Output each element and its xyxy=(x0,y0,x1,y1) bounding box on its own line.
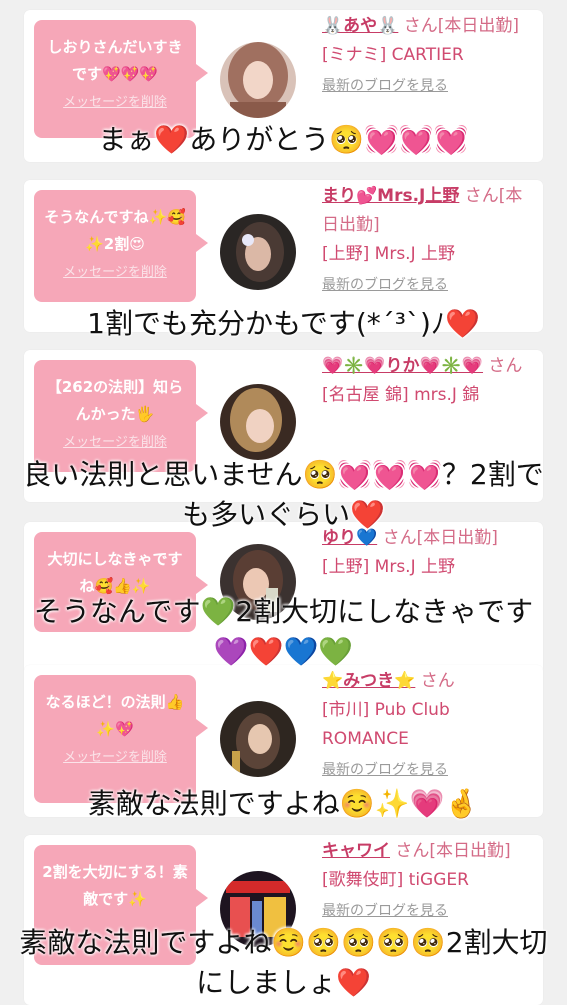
latest-blog-link[interactable]: 最新のブログを見る xyxy=(322,756,537,785)
latest-blog-link[interactable]: 最新のブログを見る xyxy=(322,72,537,101)
sender-status: さん[本日出勤] xyxy=(403,16,520,36)
sender-info: ⭐みつき⭐ さん [市川] Pub Club ROMANCE 最新のブログを見る xyxy=(322,667,537,785)
overlay-caption: 素敵な法則ですよね☺️✨💗🤞 xyxy=(87,787,480,820)
delete-message-link[interactable]: メッセージを削除 xyxy=(42,94,188,112)
sender-status: さん xyxy=(420,671,455,691)
sender-name-link[interactable]: キャワイ xyxy=(322,841,390,861)
delete-message-link[interactable]: メッセージを削除 xyxy=(42,749,188,767)
message-text: なるほど！の法則👍✨💖 xyxy=(45,693,185,738)
latest-blog-link[interactable]: 最新のブログを見る xyxy=(322,897,537,926)
avatar[interactable] xyxy=(220,214,296,290)
sender-info: まり💕Mrs.J上野 さん[本日出勤] [上野] Mrs.J 上野 最新のブログ… xyxy=(322,182,537,300)
avatar[interactable] xyxy=(220,384,296,460)
sender-name-link[interactable]: 💗✳️💗りか💗✳️💗 xyxy=(322,356,483,376)
message-text: 【262の法則】知らんかった🖐 xyxy=(46,378,184,423)
sender-info: 🐰あや🐰 さん[本日出勤] [ミナミ] CARTIER 最新のブログを見る xyxy=(322,12,537,101)
sender-name-link[interactable]: まり💕Mrs.J上野 xyxy=(322,186,459,206)
sender-name-link[interactable]: 🐰あや🐰 xyxy=(322,16,398,36)
sender-name-link[interactable]: ⭐みつき⭐ xyxy=(322,671,415,691)
message-bubble: そうなんですね✨🥰✨2割😍 メッセージを削除 xyxy=(34,190,208,302)
latest-blog-link[interactable]: 最新のブログを見る xyxy=(322,271,537,300)
shop-name: [上野] Mrs.J 上野 xyxy=(322,557,456,577)
shop-name: [上野] Mrs.J 上野 xyxy=(322,244,456,264)
shop-name: [市川] Pub Club ROMANCE xyxy=(322,700,450,749)
shop-name: [ミナミ] CARTIER xyxy=(322,45,464,65)
overlay-caption: まぁ❤️ありがとう🥺💓💓💓 xyxy=(98,123,469,156)
message-text: そうなんですね✨🥰✨2割😍 xyxy=(44,208,186,253)
sender-info: 💗✳️💗りか💗✳️💗 さん [名古屋 錦] mrs.J 錦 xyxy=(322,352,537,410)
avatar[interactable] xyxy=(220,701,296,777)
delete-message-link[interactable]: メッセージを削除 xyxy=(42,264,188,282)
avatar[interactable] xyxy=(220,42,296,118)
overlay-caption: 素敵な法則ですよね☺️🥺🥺🥺🥺2割大切にしましょ❤️ xyxy=(19,926,548,999)
sender-status: さん xyxy=(488,356,523,376)
sender-info: キャワイ さん[本日出勤] [歌舞伎町] tiGGER 最新のブログを見る xyxy=(322,837,537,926)
message-text: しおりさんだいすきです💖💖💖 xyxy=(47,38,183,83)
overlay-caption: 1割でも充分かもです(*´³`)ﾉ❤️ xyxy=(87,307,480,340)
delete-message-link[interactable]: メッセージを削除 xyxy=(42,434,188,452)
overlay-caption: 良い法則と思いません🥺💓💓💓？2割でも多いぐらい❤️ xyxy=(23,458,544,531)
shop-name: [歌舞伎町] tiGGER xyxy=(322,870,469,890)
message-text: 2割を大切にする！素敵です✨ xyxy=(42,863,188,908)
sender-status: さん[本日出勤] xyxy=(395,841,511,861)
shop-name: [名古屋 錦] mrs.J 錦 xyxy=(322,385,480,405)
overlay-caption: そうなんです💚2割大切にしなきゃです💜❤️💙💚 xyxy=(33,595,534,668)
